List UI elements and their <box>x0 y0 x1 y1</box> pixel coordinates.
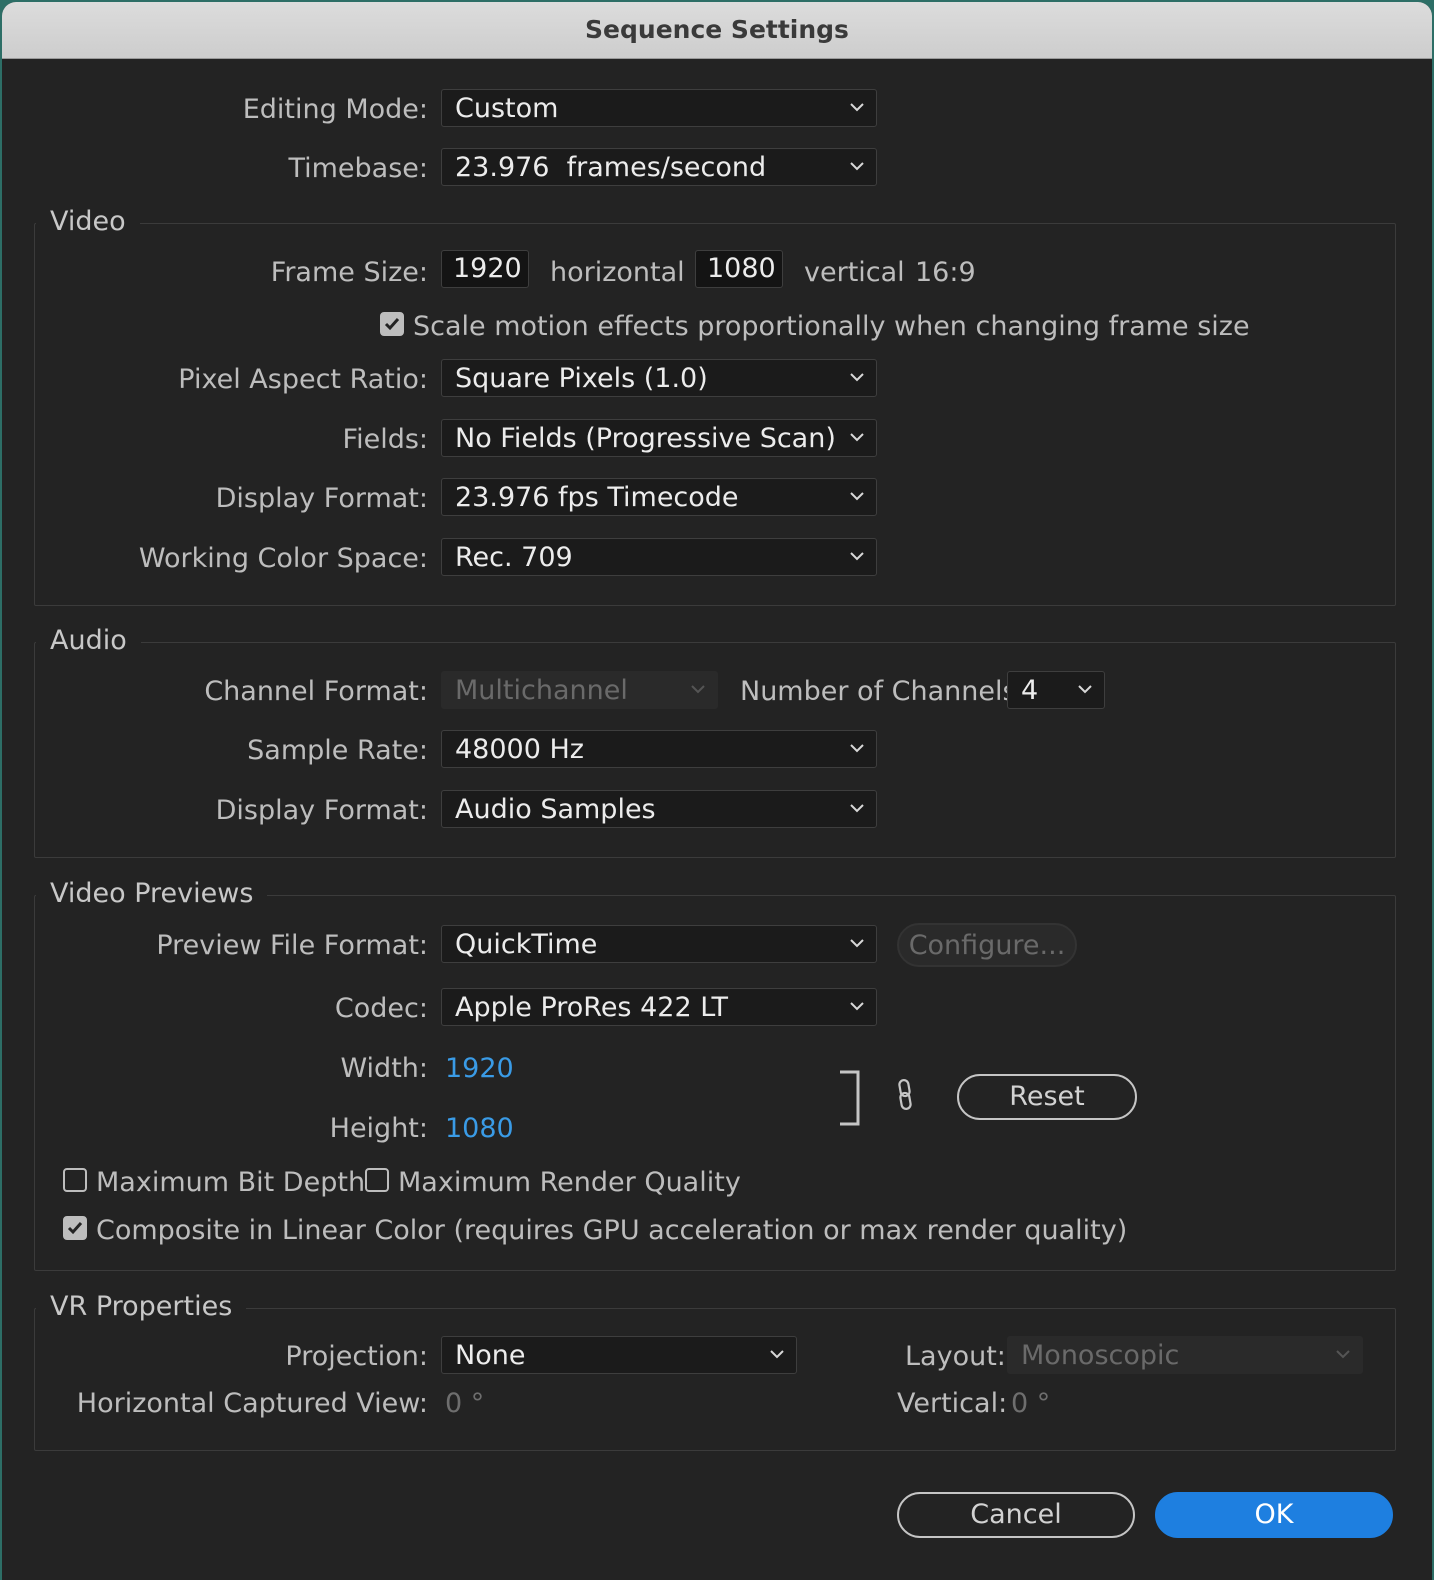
fields-label: Fields: <box>342 424 428 455</box>
layout-label: Layout: <box>905 1341 1006 1372</box>
fields-value: No Fields (Progressive Scan) <box>455 423 836 454</box>
frame-height-input[interactable]: 1080 <box>695 250 783 288</box>
editing-mode-label: Editing Mode: <box>242 94 428 125</box>
preview-file-format-dropdown[interactable]: QuickTime <box>441 925 877 963</box>
channel-format-value: Multichannel <box>455 675 628 706</box>
audio-display-format-label: Display Format: <box>215 795 428 826</box>
sample-rate-dropdown[interactable]: 48000 Hz <box>441 730 877 768</box>
projection-dropdown[interactable]: None <box>441 1336 797 1374</box>
link-bracket-icon <box>840 1070 860 1126</box>
chevron-down-icon <box>850 162 864 171</box>
vertical-label: vertical <box>804 257 905 288</box>
number-of-channels-value: 4 <box>1021 675 1039 706</box>
preview-width-label: Width: <box>340 1053 428 1084</box>
projection-label: Projection: <box>285 1341 428 1372</box>
configure-button[interactable]: Configure... <box>897 923 1077 967</box>
sequence-settings-dialog: Sequence Settings Editing Mode: Custom T… <box>2 2 1432 1580</box>
vr-properties-section <box>34 1308 1396 1451</box>
sample-rate-label: Sample Rate: <box>247 735 428 766</box>
projection-value: None <box>455 1340 526 1371</box>
working-color-space-dropdown[interactable]: Rec. 709 <box>441 538 877 576</box>
timebase-label: Timebase: <box>288 153 428 184</box>
codec-value: Apple ProRes 422 LT <box>455 992 729 1023</box>
max-bit-depth-checkbox[interactable] <box>63 1168 87 1192</box>
fields-dropdown[interactable]: No Fields (Progressive Scan) <box>441 419 877 457</box>
checkmark-icon <box>67 1222 83 1235</box>
vr-properties-section-title: VR Properties <box>36 1287 247 1327</box>
chevron-down-icon <box>850 744 864 753</box>
preview-width-value[interactable]: 1920 <box>445 1049 514 1089</box>
video-section-title: Video <box>36 202 140 242</box>
max-render-quality-checkbox[interactable] <box>365 1168 389 1192</box>
audio-display-format-value: Audio Samples <box>455 794 656 825</box>
sample-rate-value: 48000 Hz <box>455 734 584 765</box>
chevron-down-icon <box>1078 685 1092 694</box>
codec-dropdown[interactable]: Apple ProRes 422 LT <box>441 988 877 1026</box>
vertical-label: Vertical: <box>897 1388 1008 1419</box>
ok-button[interactable]: OK <box>1155 1492 1393 1538</box>
pixel-aspect-ratio-dropdown[interactable]: Square Pixels (1.0) <box>441 359 877 397</box>
chevron-down-icon <box>850 103 864 112</box>
layout-dropdown[interactable]: Monoscopic <box>1007 1336 1363 1374</box>
horizontal-captured-view-value: 0 ° <box>445 1388 485 1419</box>
audio-display-format-dropdown[interactable]: Audio Samples <box>441 790 877 828</box>
number-of-channels-dropdown[interactable]: 4 <box>1007 671 1105 709</box>
frame-size-label: Frame Size: <box>270 257 428 288</box>
reset-button[interactable]: Reset <box>957 1074 1137 1120</box>
frame-width-input[interactable]: 1920 <box>441 250 529 288</box>
max-bit-depth-label: Maximum Bit Depth <box>96 1167 366 1198</box>
timebase-dropdown[interactable]: 23.976 frames/second <box>441 148 877 186</box>
aspect-ratio-text: 16:9 <box>915 257 976 288</box>
max-render-quality-label: Maximum Render Quality <box>398 1167 741 1198</box>
checkmark-icon <box>384 318 400 331</box>
pixel-aspect-ratio-label: Pixel Aspect Ratio: <box>178 364 428 395</box>
channel-format-label: Channel Format: <box>204 676 428 707</box>
layout-value: Monoscopic <box>1021 1340 1180 1371</box>
chevron-down-icon <box>1336 1350 1350 1359</box>
editing-mode-dropdown[interactable]: Custom <box>441 89 877 127</box>
channel-format-dropdown[interactable]: Multichannel <box>441 671 718 709</box>
chain-link-icon[interactable] <box>895 1078 915 1112</box>
video-display-format-dropdown[interactable]: 23.976 fps Timecode <box>441 478 877 516</box>
cancel-button[interactable]: Cancel <box>897 1492 1135 1538</box>
chevron-down-icon <box>850 373 864 382</box>
scale-motion-checkbox[interactable] <box>380 312 404 336</box>
chevron-down-icon <box>691 685 705 694</box>
working-color-space-label: Working Color Space: <box>138 543 428 574</box>
pixel-aspect-ratio-value: Square Pixels (1.0) <box>455 363 708 394</box>
video-previews-section-title: Video Previews <box>36 874 268 914</box>
window-title: Sequence Settings <box>585 15 849 44</box>
codec-label: Codec: <box>334 993 428 1024</box>
chevron-down-icon <box>850 552 864 561</box>
preview-height-label: Height: <box>329 1113 428 1144</box>
video-display-format-label: Display Format: <box>215 483 428 514</box>
number-of-channels-label: Number of Channels: <box>740 676 1026 707</box>
chevron-down-icon <box>850 939 864 948</box>
editing-mode-value: Custom <box>455 93 559 124</box>
title-bar[interactable]: Sequence Settings <box>2 2 1432 59</box>
preview-height-value[interactable]: 1080 <box>445 1109 514 1149</box>
chevron-down-icon <box>850 1002 864 1011</box>
composite-linear-label: Composite in Linear Color (requires GPU … <box>96 1215 1128 1246</box>
chevron-down-icon <box>770 1350 784 1359</box>
horizontal-captured-view-label: Horizontal Captured View: <box>76 1388 428 1419</box>
preview-file-format-label: Preview File Format: <box>156 930 428 961</box>
preview-file-format-value: QuickTime <box>455 929 598 960</box>
vertical-value: 0 ° <box>1011 1388 1051 1419</box>
chevron-down-icon <box>850 492 864 501</box>
composite-linear-checkbox[interactable] <box>63 1216 87 1240</box>
working-color-space-value: Rec. 709 <box>455 542 573 573</box>
audio-section-title: Audio <box>36 621 141 661</box>
chevron-down-icon <box>850 433 864 442</box>
chevron-down-icon <box>850 804 864 813</box>
video-display-format-value: 23.976 fps Timecode <box>455 482 739 513</box>
horizontal-label: horizontal <box>550 257 685 288</box>
scale-motion-label: Scale motion effects proportionally when… <box>413 311 1250 342</box>
timebase-value: 23.976 frames/second <box>455 152 767 183</box>
